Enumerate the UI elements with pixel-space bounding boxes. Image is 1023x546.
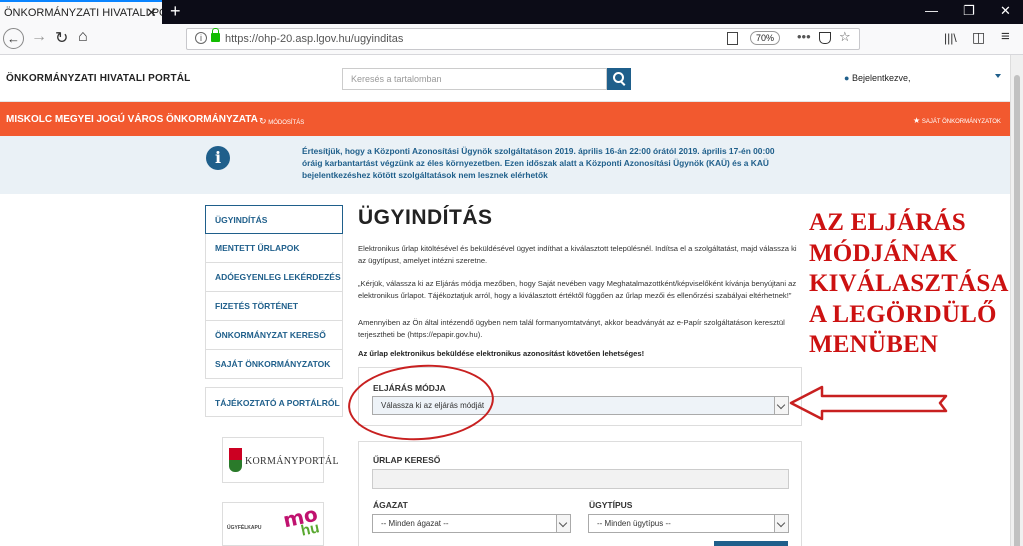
annotation-text: AZ ELJÁRÁS MÓDJÁNAK KIVÁLASZTÁSA A LEGÖR… (809, 208, 1009, 361)
scroll-thumb[interactable] (1014, 75, 1020, 546)
page-title: ÜGYINDÍTÁS (358, 206, 493, 229)
browser-tab[interactable]: ÖNKORMÁNYZATI HIVATALI PORTÁL ✕ (0, 0, 162, 24)
chevron-down-icon[interactable] (995, 74, 1001, 78)
search-button[interactable] (607, 68, 631, 90)
auth-notice: Az űrlap elektronikus beküldése elektron… (358, 349, 645, 358)
user-status[interactable]: ● Bejelentkezve, (844, 73, 911, 83)
sector-label: ÁGAZAT (373, 500, 408, 510)
browser-tabbar: ÖNKORMÁNYZATI HIVATALI PORTÁL ✕ + — ❐ ✕ (0, 0, 1023, 24)
sidebar-item-onkormanyzat-kereso[interactable]: ÖNKORMÁNYZAT KERESŐ (205, 321, 343, 350)
reload-button[interactable]: ↻ (55, 28, 68, 48)
intro-paragraph: Elektronikus űrlap kitöltésével és bekül… (358, 244, 797, 265)
annotation-line-4: A LEGÖRDÜLŐ (809, 300, 997, 328)
ugyfelkapu-logo-link[interactable]: ÜGYFÉLKAPU mo hu (222, 502, 324, 546)
notice-text: Értesítjük, hogy a Központi Azonosítási … (302, 146, 775, 180)
minimize-icon[interactable]: — (925, 3, 938, 18)
ugyfelkapu-logo-text: ÜGYFÉLKAPU (227, 525, 262, 531)
kormanyportal-logo-link[interactable]: KORMÁNYPORTÁL (222, 437, 339, 483)
casetype-select-value: -- Minden ügytípus -- (597, 519, 671, 528)
sidebar-item-sajat-onkormanyzatok[interactable]: SAJÁT ÖNKORMÁNYZATOK (205, 350, 343, 379)
tab-title: ÖNKORMÁNYZATI HIVATALI PORTÁL (4, 7, 162, 19)
forward-button[interactable]: → (31, 28, 47, 46)
chevron-down-icon (774, 515, 788, 532)
hamburger-menu-icon[interactable]: ≡ (1001, 28, 1010, 45)
annotation-line-3: KIVÁLASZTÁSA (809, 270, 1009, 297)
annotation-line-5: MENÜBEN (809, 331, 939, 358)
sidebar-item-ugyinditas[interactable]: ÜGYINDÍTÁS (205, 205, 343, 234)
casetype-select[interactable]: -- Minden ügytípus -- (588, 514, 789, 533)
search-submit-button[interactable] (714, 541, 788, 546)
user-icon: ● (844, 73, 850, 83)
sector-select[interactable]: -- Minden ágazat -- (372, 514, 571, 533)
pocket-icon[interactable] (819, 32, 831, 44)
site-info-icon[interactable]: i (195, 32, 207, 44)
sidebar-item-tajekoztato[interactable]: TÁJÉKOZTATÓ A PORTÁLRÓL (205, 387, 343, 417)
annotation-arrow (789, 385, 948, 421)
window-close-icon[interactable]: ✕ (1000, 3, 1011, 19)
url-bar[interactable]: i https://ohp-20.asp.lgov.hu/ugyinditas … (186, 28, 860, 50)
page-scrollbar[interactable] (1010, 55, 1023, 546)
change-label: MÓDOSÍTÁS (268, 120, 305, 126)
form-search-label: ŰRLAP KERESŐ (373, 455, 441, 465)
sidebar-item-adoegyenleg[interactable]: ADÓEGYENLEG LEKÉRDEZÉS (205, 263, 343, 292)
sector-select-value: -- Minden ágazat -- (381, 519, 449, 528)
chevron-down-icon (556, 515, 570, 532)
user-label: Bejelentkezve, (851, 73, 911, 83)
form-search-panel: ŰRLAP KERESŐ ÁGAZAT -- Minden ágazat -- … (358, 441, 802, 546)
form-search-input[interactable] (372, 469, 789, 489)
reader-view-icon[interactable] (727, 32, 738, 45)
epapir-paragraph: Amennyiben az Ön által intézendő ügyben … (358, 318, 785, 339)
casetype-label: ÜGYTÍPUS (589, 500, 633, 510)
home-button[interactable]: ⌂ (78, 28, 88, 46)
procedure-info-paragraph: „Kérjük, válassza ki az Eljárás módja me… (358, 279, 797, 300)
url-text: https://ohp-20.asp.lgov.hu/ugyinditas (225, 33, 404, 45)
search-input[interactable]: Keresés a tartalomban (342, 68, 607, 90)
browser-navbar: ← → ↻ ⌂ i https://ohp-20.asp.lgov.hu/ugy… (0, 24, 1023, 55)
library-icon[interactable]: |||\ (944, 31, 957, 45)
lock-icon (211, 28, 220, 42)
sidebar-icon[interactable]: ◫ (972, 29, 985, 46)
back-button[interactable]: ← (3, 28, 24, 49)
saved-label: SAJÁT ÖNKORMÁNYZATOK (921, 119, 1001, 125)
refresh-icon: ↻ (259, 116, 267, 126)
close-tab-icon[interactable]: ✕ (146, 5, 157, 21)
coat-of-arms-icon (229, 448, 242, 472)
change-municipality-link[interactable]: ↻ MÓDOSÍTÁS (259, 116, 304, 127)
maximize-icon[interactable]: ❐ (963, 3, 975, 19)
annotation-line-1: AZ ELJÁRÁS (809, 209, 966, 236)
portal-header: ÖNKORMÁNYZATI HIVATALI PORTÁL Keresés a … (0, 55, 1010, 102)
municipality-name: MISKOLC MEGYEI JOGÚ VÁROS ÖNKORMÁNYZATA (6, 114, 258, 125)
bookmark-star-icon[interactable]: ☆ (839, 29, 851, 45)
side-navigation: ÜGYINDÍTÁS MENTETT ŰRLAPOK ADÓEGYENLEG L… (205, 205, 343, 417)
saved-municipalities-link[interactable]: ★ SAJÁT ÖNKORMÁNYZATOK (913, 116, 1001, 125)
notice-banner: i Értesítjük, hogy a Központi Azonosítás… (0, 136, 1010, 194)
annotation-line-2: MÓDJÁNAK (809, 239, 958, 267)
portal-title[interactable]: ÖNKORMÁNYZATI HIVATALI PORTÁL (6, 73, 191, 84)
sidebar-item-mentett-urlapok[interactable]: MENTETT ŰRLAPOK (205, 234, 343, 263)
kormanyportal-logo-text: KORMÁNYPORTÁL (245, 456, 339, 467)
zoom-level-badge[interactable]: 70% (750, 31, 781, 45)
star-icon: ★ (913, 116, 921, 125)
sidebar-item-fizetes-tortenet[interactable]: FIZETÉS TÖRTÉNET (205, 292, 343, 321)
municipality-bar: MISKOLC MEGYEI JOGÚ VÁROS ÖNKORMÁNYZATA … (0, 102, 1010, 136)
magyarorszag-logo-hu: hu (299, 519, 321, 540)
new-tab-button[interactable]: + (170, 1, 181, 22)
chevron-down-icon (774, 397, 788, 414)
info-icon: i (206, 146, 230, 170)
page-actions-icon[interactable]: ••• (797, 29, 811, 44)
